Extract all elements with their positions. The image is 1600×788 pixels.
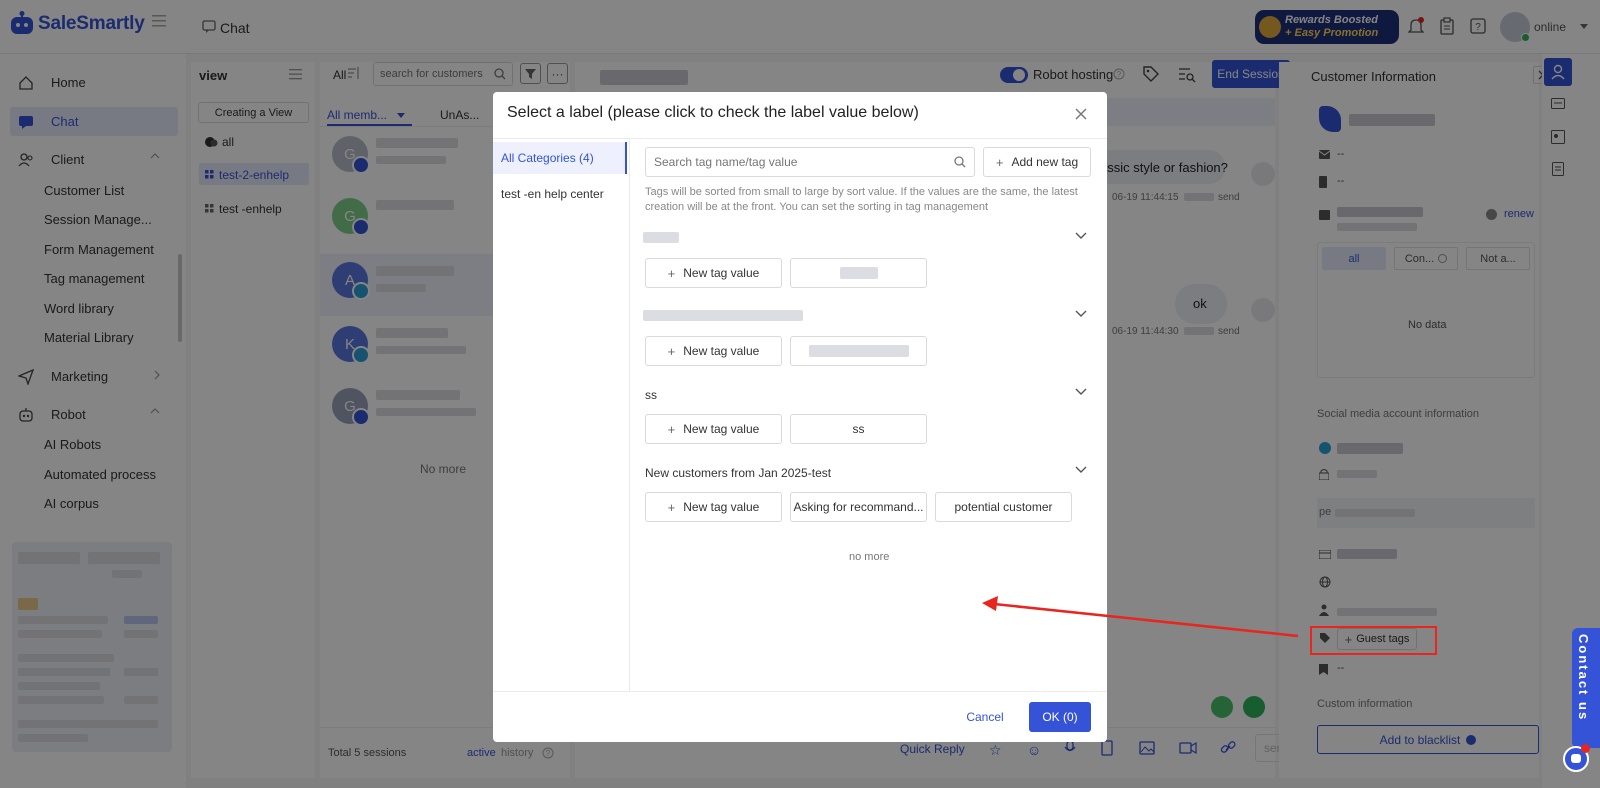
group-title: ss (645, 388, 657, 402)
new-tag-value-label: New tag value (683, 500, 760, 514)
tag-search-input[interactable] (654, 154, 944, 170)
chevron-down-icon[interactable] (1075, 232, 1087, 240)
chevron-down-icon[interactable] (1075, 466, 1087, 474)
new-tag-value-label: New tag value (683, 344, 760, 358)
contact-us-tab[interactable]: Contact us (1572, 628, 1600, 748)
tag-value-chip[interactable] (790, 258, 927, 288)
modal-title: Select a label (please click to check th… (507, 104, 919, 121)
add-new-tag-label: Add new tag (1011, 155, 1079, 169)
new-tag-value-button[interactable]: + New tag value (645, 414, 782, 444)
group-title: New customers from Jan 2025-test (645, 466, 832, 480)
group-title-blurred (643, 232, 679, 243)
chevron-down-icon[interactable] (1075, 310, 1087, 318)
category-all[interactable]: All Categories (4) (493, 142, 627, 174)
category-help-center[interactable]: test -en help center (493, 178, 627, 210)
chat-widget-button[interactable] (1563, 744, 1590, 772)
divider (493, 138, 1107, 139)
annotation-arrow (982, 596, 1299, 638)
new-tag-value-button[interactable]: + New tag value (645, 258, 782, 288)
ok-button[interactable]: OK (0) (1029, 702, 1091, 732)
group-title-blurred (643, 310, 803, 321)
plus-icon: + (667, 265, 676, 281)
tag-search-box[interactable] (645, 147, 975, 177)
tag-value-chip[interactable] (790, 336, 927, 366)
tag-value-chip[interactable]: Asking for recommand... (790, 492, 927, 522)
plus-icon: + (667, 343, 676, 359)
sort-hint: Tags will be sorted from small to large … (645, 186, 1078, 213)
new-tag-value-label: New tag value (683, 422, 760, 436)
divider (629, 139, 630, 692)
annotation-highlight-box (1310, 626, 1437, 655)
search-icon[interactable] (954, 156, 966, 168)
divider (493, 691, 1107, 692)
tag-value-chip[interactable]: ss (790, 414, 927, 444)
plus-icon: + (667, 421, 676, 437)
plus-icon: + (667, 499, 676, 515)
notification-dot (1581, 744, 1590, 753)
new-tag-value-button[interactable]: + New tag value (645, 492, 782, 522)
add-new-tag-button[interactable]: + Add new tag (983, 147, 1091, 177)
no-more-label: no more (849, 551, 890, 563)
plus-icon: + (995, 154, 1004, 170)
select-label-modal: Select a label (please click to check th… (493, 92, 1107, 742)
cancel-button[interactable]: Cancel (951, 702, 1019, 732)
close-icon[interactable] (1075, 108, 1087, 120)
chevron-down-icon[interactable] (1075, 388, 1087, 396)
tag-value-chip[interactable]: potential customer (935, 492, 1072, 522)
new-tag-value-label: New tag value (683, 266, 760, 280)
contact-us-label: Contact us (1576, 634, 1591, 722)
new-tag-value-button[interactable]: + New tag value (645, 336, 782, 366)
